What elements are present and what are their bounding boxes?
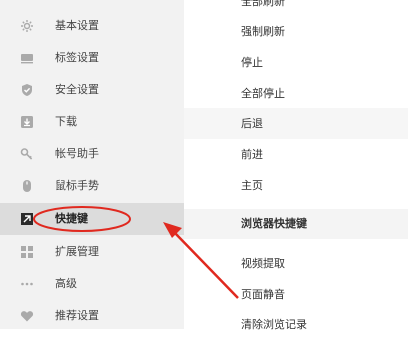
shield-check-icon bbox=[20, 83, 34, 97]
heart-icon bbox=[20, 309, 34, 323]
shortcut-row-video-extract[interactable]: 视频提取 bbox=[184, 248, 408, 279]
shortcut-row-stop-all[interactable]: 全部停止 bbox=[184, 78, 408, 109]
shortcut-row-clear-history[interactable]: 清除浏览记录 bbox=[184, 309, 408, 340]
sidebar-item-basic-settings[interactable]: 基本设置 bbox=[0, 10, 184, 42]
sidebar-item-tab-settings[interactable]: 标签设置 bbox=[0, 42, 184, 74]
sidebar-item-label: 高级 bbox=[55, 277, 77, 290]
sidebar-item-recommended[interactable]: 推荐设置 bbox=[0, 300, 184, 332]
shortcut-row-back[interactable]: 后退 bbox=[184, 108, 408, 139]
sidebar-item-label: 基本设置 bbox=[55, 19, 99, 32]
sidebar-item-download[interactable]: 下载 bbox=[0, 106, 184, 138]
sidebar-item-advanced[interactable]: 高级 bbox=[0, 268, 184, 300]
download-icon bbox=[20, 115, 34, 129]
tab-icon bbox=[20, 51, 34, 65]
shortcut-label: 全部刷新 bbox=[241, 0, 285, 8]
sidebar-item-label: 标签设置 bbox=[55, 51, 99, 64]
settings-sidebar: 基本设置 标签设置 安全设置 下载 帐号助手 鼠标手势 快捷键 扩展管理 高级 … bbox=[0, 0, 184, 329]
shortcut-label: 清除浏览记录 bbox=[241, 318, 307, 331]
sidebar-item-label: 安全设置 bbox=[55, 83, 99, 96]
shortcut-label: 页面静音 bbox=[241, 288, 285, 301]
shortcut-label: 停止 bbox=[241, 56, 263, 69]
shortcut-label: 前进 bbox=[241, 148, 263, 161]
sidebar-item-label: 鼠标手势 bbox=[55, 179, 99, 192]
key-icon bbox=[20, 147, 34, 161]
shortcut-label: 全部停止 bbox=[241, 87, 285, 100]
sidebar-item-label: 快捷键 bbox=[55, 212, 88, 225]
sidebar-item-extensions[interactable]: 扩展管理 bbox=[0, 236, 184, 268]
shortcut-row-refresh-all[interactable]: 全部刷新 bbox=[184, 0, 408, 17]
shortcut-label: 主页 bbox=[241, 179, 263, 192]
shortcut-row-page-mute[interactable]: 页面静音 bbox=[184, 279, 408, 310]
shortcut-row-stop[interactable]: 停止 bbox=[184, 47, 408, 78]
shortcut-label: 后退 bbox=[241, 117, 263, 130]
shortcut-settings-panel: 全部刷新 强制刷新 停止 全部停止 后退 前进 主页 浏览器快捷键 视频提取 页… bbox=[184, 0, 408, 331]
sidebar-item-security-settings[interactable]: 安全设置 bbox=[0, 74, 184, 106]
sidebar-item-label: 推荐设置 bbox=[55, 309, 99, 322]
sidebar-item-label: 下载 bbox=[55, 115, 77, 128]
sidebar-item-shortcuts[interactable]: 快捷键 bbox=[0, 203, 184, 235]
shortcut-label: 视频提取 bbox=[241, 257, 285, 270]
shortcut-row-force-refresh[interactable]: 强制刷新 bbox=[184, 16, 408, 47]
mouse-icon bbox=[20, 179, 34, 193]
shortcut-label: 强制刷新 bbox=[241, 25, 285, 38]
sidebar-item-account-assistant[interactable]: 帐号助手 bbox=[0, 138, 184, 170]
shortcut-icon bbox=[20, 212, 34, 226]
section-title: 浏览器快捷键 bbox=[241, 217, 307, 230]
more-icon bbox=[20, 277, 34, 291]
section-header-browser-shortcuts: 浏览器快捷键 bbox=[184, 209, 408, 239]
sidebar-item-label: 帐号助手 bbox=[55, 147, 99, 160]
sidebar-item-mouse-gesture[interactable]: 鼠标手势 bbox=[0, 170, 184, 202]
grid-icon bbox=[20, 245, 34, 259]
sidebar-item-label: 扩展管理 bbox=[55, 245, 99, 258]
shortcut-row-home[interactable]: 主页 bbox=[184, 170, 408, 201]
gear-icon bbox=[20, 19, 34, 33]
shortcut-row-forward[interactable]: 前进 bbox=[184, 139, 408, 170]
